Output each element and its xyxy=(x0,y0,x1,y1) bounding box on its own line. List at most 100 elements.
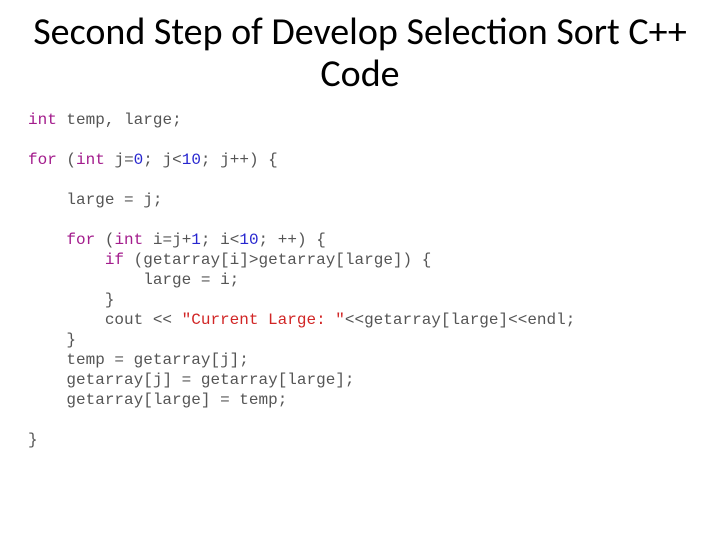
ident-getarray: getarray xyxy=(258,251,335,269)
ident-j: j xyxy=(220,151,230,169)
code-block: int temp, large; for (int j=0; j<10; j++… xyxy=(28,110,692,450)
rbracket: ] xyxy=(393,251,403,269)
line-13: temp = getarray[j]; xyxy=(28,351,249,369)
ident-j: j xyxy=(163,151,173,169)
lparen: ( xyxy=(105,231,115,249)
rbracket: ] xyxy=(162,371,172,389)
kw-for: for xyxy=(66,231,95,249)
ident-getarray: getarray xyxy=(134,351,211,369)
lparen: ( xyxy=(134,251,144,269)
plus: + xyxy=(182,231,192,249)
eq: = xyxy=(201,271,211,289)
rbracket: ] xyxy=(335,371,345,389)
semicolon: ; xyxy=(259,231,269,249)
line-5: large = j; xyxy=(28,191,162,209)
line-1: int temp, large; xyxy=(28,111,182,129)
semicolon: ; xyxy=(153,191,163,209)
slide: Second Step of Develop Selection Sort C+… xyxy=(0,0,720,540)
ident-getarray: getarray xyxy=(143,251,220,269)
ident-getarray: getarray xyxy=(364,311,441,329)
lbracket: [ xyxy=(210,351,220,369)
semicolon: ; xyxy=(278,391,288,409)
ident-j: j xyxy=(153,371,163,389)
kw-int: int xyxy=(28,111,57,129)
semicolon: ; xyxy=(201,231,211,249)
kw-int: int xyxy=(114,231,143,249)
ident-temp: temp xyxy=(66,351,104,369)
rbrace: } xyxy=(28,431,38,449)
ident-large: large xyxy=(451,311,499,329)
ident-j: j xyxy=(143,191,153,209)
line-12: } xyxy=(28,331,76,349)
num-1: 1 xyxy=(191,231,201,249)
ident-i: i xyxy=(220,231,230,249)
rbracket: ] xyxy=(499,311,509,329)
eq: = xyxy=(162,231,172,249)
ident-j: j xyxy=(172,231,182,249)
ident-getarray: getarray xyxy=(66,391,143,409)
kw-if: if xyxy=(105,251,124,269)
line-9: large = i; xyxy=(28,271,239,289)
ident-getarray: getarray xyxy=(66,371,143,389)
semicolon: ; xyxy=(566,311,576,329)
line-7: for (int i=j+1; i<10; ++) { xyxy=(28,231,326,249)
semicolon: ; xyxy=(239,351,249,369)
kw-for: for xyxy=(28,151,57,169)
semicolon: ; xyxy=(172,111,182,129)
ident-large: large xyxy=(287,371,335,389)
ident-large: large xyxy=(345,251,393,269)
comma: , xyxy=(105,111,115,129)
rparen: ) xyxy=(297,231,307,249)
ident-getarray: getarray xyxy=(201,371,278,389)
ident-i: i xyxy=(220,271,230,289)
lbracket: [ xyxy=(278,371,288,389)
lt: < xyxy=(230,231,240,249)
plusplus: ++ xyxy=(230,151,249,169)
ident-i: i xyxy=(230,251,240,269)
rbracket: ] xyxy=(230,351,240,369)
lbrace: { xyxy=(268,151,278,169)
ident-large: large xyxy=(153,391,201,409)
ident-temp: temp xyxy=(239,391,277,409)
plusplus: ++ xyxy=(278,231,297,249)
rbracket: ] xyxy=(239,251,249,269)
lbrace: { xyxy=(316,231,326,249)
semicolon: ; xyxy=(143,151,153,169)
eq: = xyxy=(220,391,230,409)
semicolon: ; xyxy=(230,271,240,289)
eq: = xyxy=(124,191,134,209)
lbracket: [ xyxy=(441,311,451,329)
lbracket: [ xyxy=(220,251,230,269)
slide-title: Second Step of Develop Selection Sort C+… xyxy=(28,12,692,96)
insert: << xyxy=(153,311,172,329)
ident-temp: temp xyxy=(66,111,104,129)
ident-cout: cout xyxy=(105,311,143,329)
line-11: cout << "Current Large: "<<getarray[larg… xyxy=(28,311,575,329)
lbracket: [ xyxy=(335,251,345,269)
kw-int: int xyxy=(76,151,105,169)
eq: = xyxy=(124,151,134,169)
num-10: 10 xyxy=(239,231,258,249)
rparen: ) xyxy=(249,151,259,169)
line-15: getarray[large] = temp; xyxy=(28,391,287,409)
lbracket: [ xyxy=(143,371,153,389)
semicolon: ; xyxy=(345,371,355,389)
lbracket: [ xyxy=(143,391,153,409)
rbracket: ] xyxy=(201,391,211,409)
ident-j: j xyxy=(114,151,124,169)
line-14: getarray[j] = getarray[large]; xyxy=(28,371,355,389)
lt: < xyxy=(172,151,182,169)
lbrace: { xyxy=(422,251,432,269)
rparen: ) xyxy=(403,251,413,269)
num-0: 0 xyxy=(134,151,144,169)
insert: << xyxy=(508,311,527,329)
line-17: } xyxy=(28,431,38,449)
line-10: } xyxy=(28,291,114,309)
ident-large: large xyxy=(66,191,114,209)
ident-large: large xyxy=(143,271,191,289)
line-3: for (int j=0; j<10; j++) { xyxy=(28,151,278,169)
ident-large: large xyxy=(124,111,172,129)
semicolon: ; xyxy=(201,151,211,169)
rbrace: } xyxy=(105,291,115,309)
rbrace: } xyxy=(66,331,76,349)
